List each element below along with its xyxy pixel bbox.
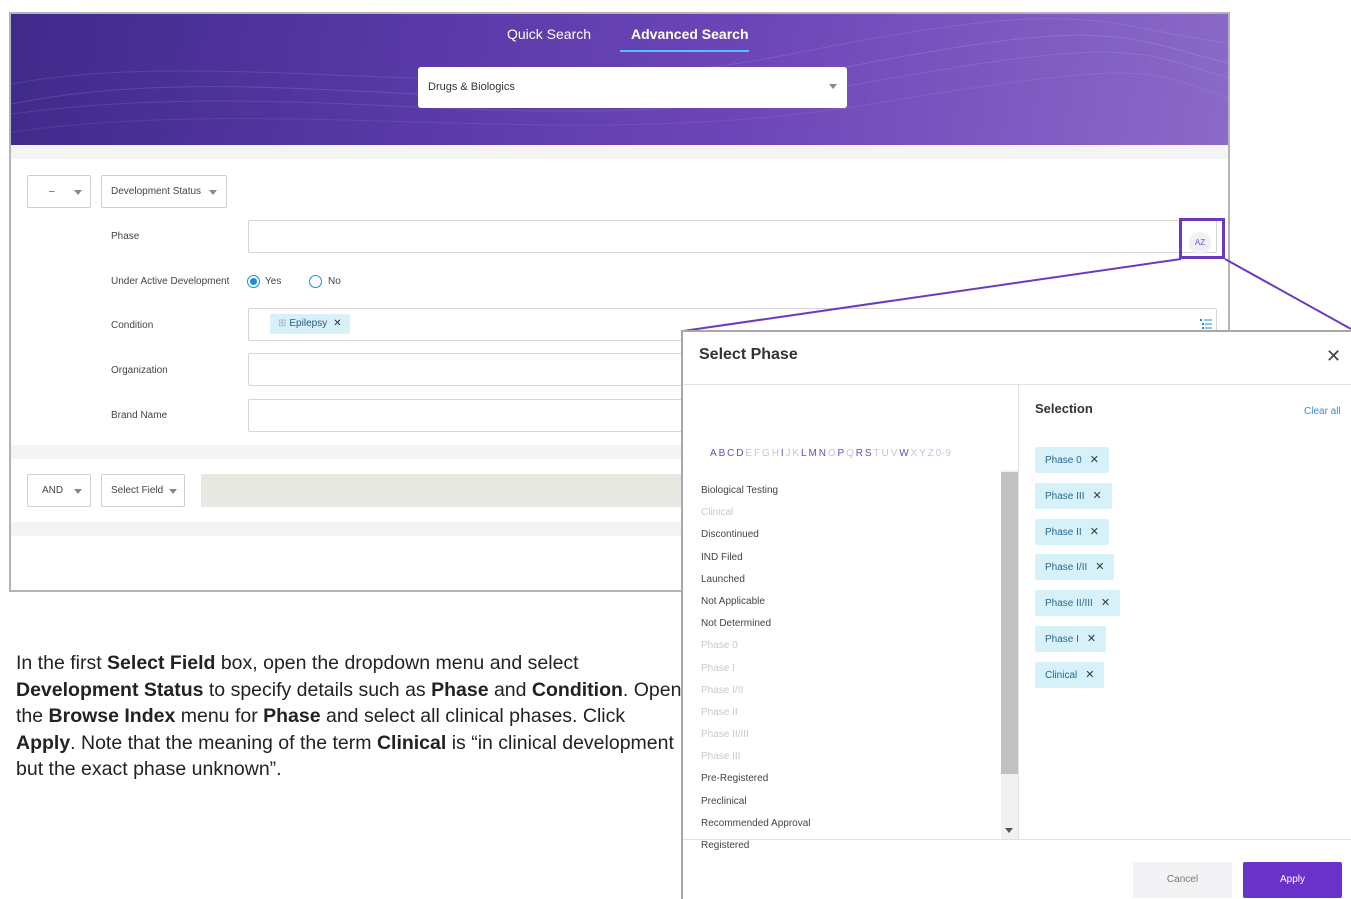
alphabet-letter: T [873, 448, 880, 459]
index-list-item[interactable]: Launched [701, 569, 1001, 591]
index-list-item: Phase II [701, 706, 738, 718]
index-list: Biological Testing Clinical Discontinued IN… [701, 480, 1001, 857]
remove-icon[interactable]: ✕ [1095, 561, 1104, 573]
index-list-item[interactable]: Not Applicable [701, 591, 1001, 613]
index-list-item: Phase I [701, 662, 735, 674]
index-list-item[interactable]: Biological Testing [701, 480, 1001, 502]
alphabet-letter: K [792, 448, 800, 459]
alphabet-filter: A B C D E F G H I J K L M N O P Q R S T U V W X Y Z 0-9 [710, 448, 951, 459]
alphabet-letter[interactable]: L [801, 448, 807, 459]
alphabet-letter[interactable]: R [856, 448, 864, 459]
selected-chip-label: Phase III [1045, 490, 1085, 502]
selected-chip[interactable]: Clinical ✕ [1035, 661, 1105, 688]
alphabet-letter[interactable]: N [819, 448, 827, 459]
alphabet-letter[interactable]: W [899, 448, 909, 459]
index-list-item: Phase III [701, 751, 741, 763]
alphabet-letter: E [745, 448, 753, 459]
alphabet-letter: O [827, 448, 836, 459]
index-list-item: Phase 0 [701, 640, 738, 652]
alphabet-letter: V [890, 448, 898, 459]
selected-chip[interactable]: Phase I/II ✕ [1035, 554, 1115, 581]
clear-all-link[interactable]: Clear all [1304, 406, 1341, 417]
alphabet-letter: X [910, 448, 918, 459]
remove-icon[interactable]: ✕ [1092, 490, 1101, 502]
index-list-item[interactable]: Not Determined [701, 613, 1001, 635]
alphabet-letter: U [881, 448, 890, 459]
selected-chip-label: Clinical [1045, 669, 1078, 681]
scroll-down-arrow-icon[interactable] [1005, 828, 1013, 833]
alphabet-letter: H [771, 448, 780, 459]
index-list-item: Phase I/II [701, 684, 744, 696]
alphabet-letter: F [753, 448, 761, 459]
index-list-item[interactable]: IND Filed [701, 547, 1001, 569]
index-list-item[interactable]: Discontinued [701, 524, 1001, 546]
selected-chip-label: Phase II/III [1045, 598, 1093, 610]
alphabet-letter: Y [919, 448, 927, 459]
index-list-item[interactable]: Pre-Registered [701, 768, 1001, 790]
select-phase-modal: Select Phase ✕ ABCDEFGHIJKLMNOPQRSTUVWXY… [681, 330, 1351, 899]
alphabet-letter[interactable]: P [838, 448, 845, 459]
selected-chip-label: Phase I [1045, 634, 1079, 645]
close-icon[interactable]: ✕ [1326, 346, 1341, 367]
selected-chip[interactable]: Phase III ✕ [1035, 482, 1112, 509]
index-list-item: Clinical [701, 507, 734, 519]
modal-footer-divider [683, 839, 1351, 840]
az-button-highlight [1179, 218, 1225, 259]
alphabet-letter: G [762, 448, 771, 459]
cancel-button[interactable]: Cancel [1133, 862, 1232, 898]
selected-chip[interactable]: Phase I ✕ [1035, 626, 1107, 652]
apply-button[interactable]: Apply [1243, 862, 1342, 898]
remove-icon[interactable]: ✕ [1090, 454, 1099, 466]
selected-chip-label: Phase II [1045, 526, 1082, 538]
alphabet-letter[interactable]: I [781, 448, 784, 459]
alphabet-letter: 0-9 [935, 448, 952, 459]
alphabet-letter[interactable]: C [727, 448, 735, 459]
selection-title: Selection [1035, 401, 1093, 416]
alphabet-letter[interactable]: B [719, 448, 726, 459]
selected-chip-label: Phase I/II [1045, 562, 1088, 574]
alphabet-letter[interactable]: D [736, 448, 744, 459]
alphabet-letter: Q [846, 448, 855, 459]
modal-divider [683, 384, 1351, 385]
remove-icon[interactable]: ✕ [1101, 597, 1110, 609]
modal-column-divider [1018, 384, 1019, 839]
modal-title: Select Phase [699, 346, 798, 363]
remove-icon[interactable]: ✕ [1087, 633, 1096, 645]
selected-chip[interactable]: Phase II/III ✕ [1035, 590, 1121, 617]
alphabet-letter[interactable]: A [710, 448, 717, 459]
remove-icon[interactable]: ✕ [1090, 526, 1099, 538]
alphabet-letter: J [785, 448, 791, 459]
alphabet-letter: Z [927, 448, 935, 459]
selected-chip-label: Phase 0 [1045, 455, 1082, 466]
index-list-item: Phase II/III [701, 729, 749, 741]
alphabet-letter[interactable]: S [865, 448, 872, 459]
alphabet-letter[interactable]: M [808, 448, 817, 459]
index-scrollbar-thumb[interactable] [1001, 472, 1018, 774]
index-list-item[interactable]: Recommended Approval [701, 813, 1001, 835]
selected-chip[interactable]: Phase 0 ✕ [1035, 447, 1109, 473]
index-list-item[interactable]: Preclinical [701, 791, 1001, 813]
remove-icon[interactable]: ✕ [1085, 669, 1094, 681]
selected-chip[interactable]: Phase II ✕ [1035, 518, 1109, 545]
